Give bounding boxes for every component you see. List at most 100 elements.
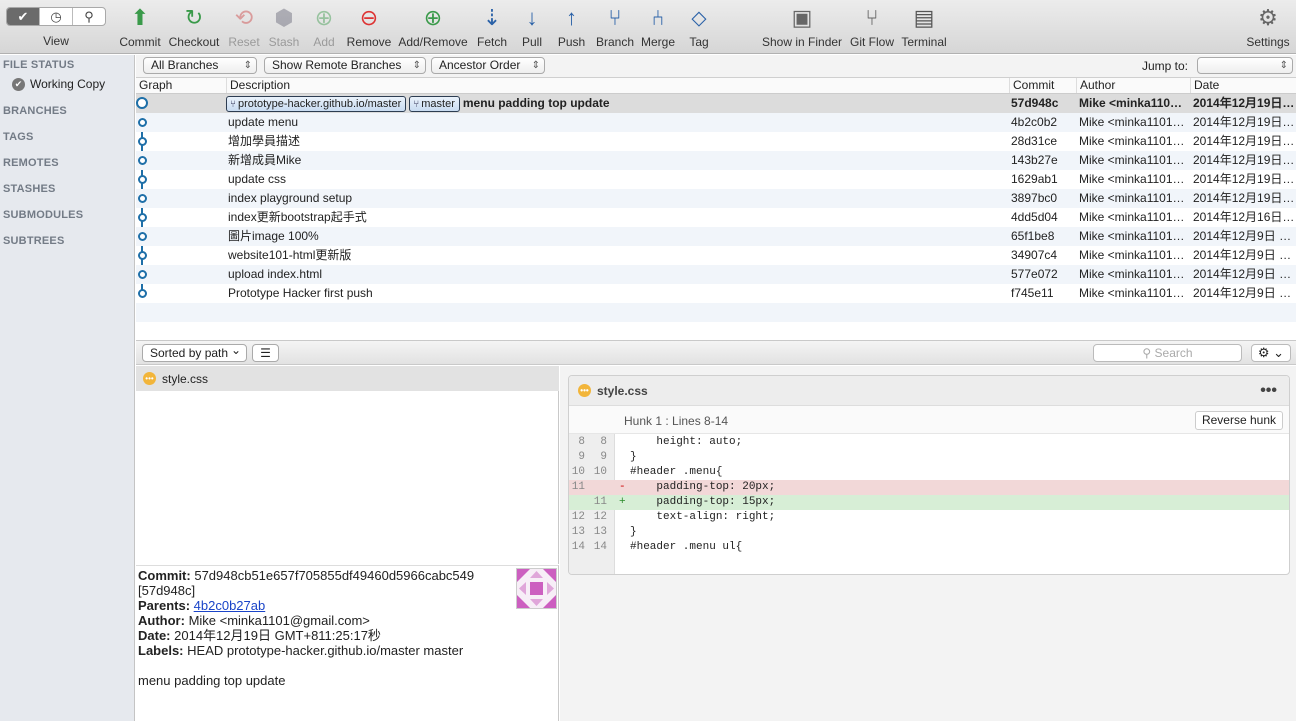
merge-button[interactable]: ⑃ Merge [640, 3, 676, 49]
reset-button[interactable]: ⟲ Reset [227, 3, 261, 49]
sidebar-item-label: Working Copy [30, 77, 106, 91]
row-description: upload index.html [228, 267, 323, 281]
pull-button[interactable]: ↓ Pull [517, 3, 547, 49]
row-commit: f745e11 [1011, 286, 1054, 300]
checkmark-icon: ✔ [12, 77, 25, 91]
row-description: 新增成員Mike [228, 153, 302, 167]
diff-file-name: style.css [597, 383, 648, 398]
row-date: 2014年12月19日… [1193, 172, 1295, 186]
more-options-icon[interactable]: ••• [1260, 382, 1277, 400]
date-label: Date: [138, 628, 171, 643]
row-commit: 28d31ce [1011, 134, 1058, 148]
branches-select[interactable]: All Branches [143, 57, 257, 74]
terminal-button[interactable]: ▤ Terminal [901, 3, 947, 49]
old-line-number: 12 [571, 511, 585, 523]
table-row[interactable]: index playground setup 3897bc0 Mike <min… [136, 189, 1296, 208]
table-row[interactable]: 增加學員描述 28d31ce Mike <minka1101… 2014年12月… [136, 132, 1296, 151]
table-row[interactable]: Prototype Hacker first push f745e11 Mike… [136, 284, 1296, 303]
column-header-date[interactable]: Date [1190, 78, 1296, 93]
view-segmented-control[interactable]: ✔ ◷ ⚲ [6, 7, 106, 26]
add-button[interactable]: ⊕ Add [310, 3, 338, 49]
sidebar-remotes-header[interactable]: REMOTES [3, 157, 59, 169]
remove-button[interactable]: ⊖ Remove [346, 3, 392, 49]
sidebar-submodules-header[interactable]: SUBMODULES [3, 209, 83, 221]
git-flow-button[interactable]: ⑂ Git Flow [849, 3, 895, 49]
column-header-graph[interactable]: Graph [136, 78, 226, 93]
old-line-number: 10 [571, 466, 585, 478]
row-commit: 4dd5d04 [1011, 210, 1058, 224]
search-icon: ⚲ [1142, 346, 1155, 360]
row-author: Mike <minka1101… [1079, 172, 1185, 186]
reset-icon: ⟲ [234, 5, 254, 30]
modified-icon: ••• [143, 372, 156, 385]
row-commit: 4b2c0b2 [1011, 115, 1058, 129]
old-line-number: 13 [571, 526, 585, 538]
row-date: 2014年12月9日 1… [1193, 286, 1296, 300]
old-line-number: 9 [578, 451, 585, 463]
clock-icon[interactable]: ◷ [40, 8, 73, 25]
filter-bar: All Branches Show Remote Branches Ancest… [136, 55, 1296, 78]
sidebar-tags-header[interactable]: TAGS [3, 131, 34, 143]
search-input[interactable]: ⚲ Search [1093, 344, 1242, 362]
add-remove-button[interactable]: ⊕ Add/Remove [398, 3, 468, 49]
fetch-icon: ⇣ [482, 5, 502, 30]
row-description: update css [228, 172, 287, 186]
table-row[interactable]: website101-html更新版 34907c4 Mike <minka11… [136, 246, 1296, 265]
list-view-icon[interactable]: ☰ [252, 344, 279, 362]
terminal-label: Terminal [901, 35, 947, 49]
search-icon[interactable]: ⚲ [73, 8, 105, 25]
row-date: 2014年12月9日 1… [1193, 248, 1296, 262]
stash-button[interactable]: ⬢ Stash [267, 3, 301, 49]
settings-button[interactable]: ⚙ Settings [1245, 3, 1291, 49]
git-flow-label: Git Flow [849, 35, 894, 49]
order-select[interactable]: Ancestor Order [431, 57, 545, 74]
sort-select[interactable]: Sorted by path [142, 342, 248, 362]
diff-text: padding-top: 15px; [630, 496, 776, 508]
remote-branches-select[interactable]: Show Remote Branches [264, 57, 426, 74]
fetch-button[interactable]: ⇣ Fetch [474, 3, 510, 49]
column-header-author[interactable]: Author [1076, 78, 1190, 93]
stash-icon: ⬢ [274, 5, 294, 30]
row-date: 2014年12月19日… [1193, 191, 1295, 205]
reverse-hunk-button[interactable]: Reverse hunk [1194, 411, 1283, 430]
column-header-description[interactable]: Description [226, 78, 1009, 93]
commit-button[interactable]: ⬆ Commit [119, 3, 161, 49]
row-description: website101-html更新版 [228, 248, 352, 262]
gear-menu-button[interactable]: ⚙ ⌄ [1251, 344, 1291, 362]
sidebar-subtrees-header[interactable]: SUBTREES [3, 235, 65, 247]
branch-button[interactable]: ⑂ Branch [594, 3, 636, 49]
tag-button[interactable]: ⬦ Tag [685, 3, 713, 49]
table-row[interactable]: index更新bootstrap起手式 4dd5d04 Mike <minka1… [136, 208, 1296, 227]
sidebar-file-status-header[interactable]: FILE STATUS [3, 59, 74, 71]
row-commit: 3897bc0 [1011, 191, 1058, 205]
sidebar-branches-header[interactable]: BRANCHES [3, 105, 67, 117]
checkout-button[interactable]: ↻ Checkout [168, 3, 220, 49]
column-header-commit[interactable]: Commit [1009, 78, 1076, 93]
row-author: Mike <minka110… [1079, 96, 1183, 110]
checkout-icon: ↻ [184, 5, 204, 30]
sidebar-item-working-copy[interactable]: ✔ Working Copy [12, 77, 105, 91]
table-row[interactable]: update css 1629ab1 Mike <minka1101… 2014… [136, 170, 1296, 189]
table-row[interactable]: update menu 4b2c0b2 Mike <minka1101… 201… [136, 113, 1296, 132]
sidebar-stashes-header[interactable]: STASHES [3, 183, 56, 195]
checkmark-icon[interactable]: ✔ [7, 8, 40, 25]
table-row[interactable]: 圖片image 100% 65f1be8 Mike <minka1101… 20… [136, 227, 1296, 246]
show-in-finder-button[interactable]: ▣ Show in Finder [762, 3, 842, 49]
avatar [516, 568, 557, 609]
commit-details: Commit: 57d948cb51e657f705855df49460d596… [136, 565, 559, 721]
labels-value: HEAD prototype-hacker.github.io/master m… [187, 643, 464, 658]
fetch-label: Fetch [476, 35, 507, 49]
commit-icon: ⬆ [130, 5, 150, 30]
new-line-number: 14 [593, 541, 607, 553]
table-row[interactable]: upload index.html 577e072 Mike <minka110… [136, 265, 1296, 284]
old-line-number: 11 [571, 481, 585, 493]
pull-label: Pull [521, 35, 542, 49]
row-commit: 65f1be8 [1011, 229, 1055, 243]
table-row[interactable]: ⑂ prototype-hacker.github.io/master ⑂ maste… [136, 94, 1296, 113]
jump-to-select[interactable] [1197, 57, 1293, 74]
list-item[interactable]: ••• style.css [136, 366, 559, 391]
parent-link[interactable]: 4b2c0b27ab [194, 598, 266, 613]
push-button[interactable]: ↑ Push [555, 3, 588, 49]
table-row[interactable]: 新增成員Mike 143b27e Mike <minka1101… 2014年1… [136, 151, 1296, 170]
diff-line: 14 14 #header .menu ul{ [569, 540, 1289, 555]
